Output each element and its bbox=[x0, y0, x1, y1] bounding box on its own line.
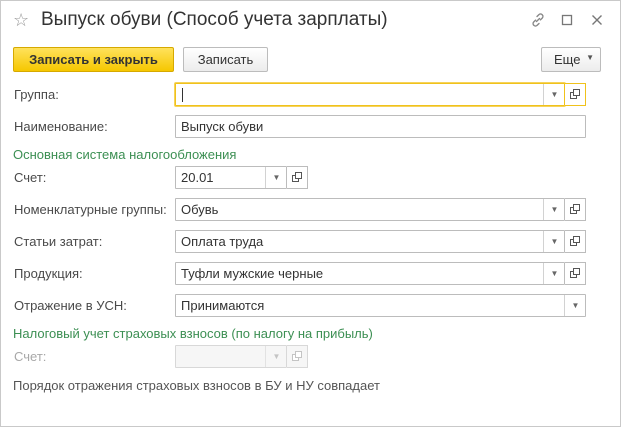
group-field[interactable]: ▼ bbox=[175, 83, 565, 106]
cost-item-dropdown-icon[interactable]: ▼ bbox=[543, 231, 565, 252]
more-button[interactable]: Еще ▼ bbox=[541, 47, 601, 72]
section-main-tax: Основная система налогообложения bbox=[13, 147, 237, 162]
tax-account-dropdown-icon: ▼ bbox=[265, 346, 287, 367]
account-label: Счет: bbox=[14, 170, 47, 185]
account-dropdown-icon[interactable]: ▼ bbox=[265, 167, 287, 188]
open-form-icon bbox=[291, 351, 303, 362]
star-icon[interactable]: ☆ bbox=[13, 10, 33, 30]
text-caret bbox=[182, 88, 183, 102]
cost-item-label: Статьи затрат: bbox=[14, 234, 103, 249]
nomenclature-value: Обувь bbox=[181, 202, 219, 217]
open-form-icon bbox=[569, 236, 581, 247]
account-field[interactable]: 20.01 ▼ bbox=[175, 166, 287, 189]
form-window: ☆ Выпуск обуви (Способ учета зарплаты) З… bbox=[0, 0, 621, 427]
save-button[interactable]: Записать bbox=[183, 47, 268, 72]
nomenclature-dropdown-icon[interactable]: ▼ bbox=[543, 199, 565, 220]
insurance-note: Порядок отражения страховых взносов в БУ… bbox=[13, 378, 380, 393]
open-form-icon bbox=[569, 204, 581, 215]
name-label: Наименование: bbox=[14, 119, 108, 134]
nomenclature-open-button[interactable] bbox=[565, 198, 586, 221]
open-form-icon bbox=[569, 268, 581, 279]
tax-account-field: ▼ bbox=[175, 345, 287, 368]
product-row: Продукция: Туфли мужские черные ▼ bbox=[1, 262, 620, 286]
cost-item-row: Статьи затрат: Оплата труда ▼ bbox=[1, 230, 620, 254]
usn-row: Отражение в УСН: Принимаются ▼ bbox=[1, 294, 620, 318]
maximize-icon[interactable] bbox=[557, 10, 577, 30]
product-field[interactable]: Туфли мужские черные ▼ bbox=[175, 262, 565, 285]
title-bar: ☆ Выпуск обуви (Способ учета зарплаты) bbox=[1, 1, 620, 41]
cost-item-field[interactable]: Оплата труда ▼ bbox=[175, 230, 565, 253]
account-open-button[interactable] bbox=[287, 166, 308, 189]
account-row: Счет: 20.01 ▼ bbox=[1, 166, 620, 190]
tax-account-open-button bbox=[287, 345, 308, 368]
more-label: Еще bbox=[554, 52, 581, 67]
nomenclature-label: Номенклатурные группы: bbox=[14, 202, 167, 217]
open-form-icon bbox=[569, 89, 581, 100]
group-open-button[interactable] bbox=[565, 83, 586, 106]
close-icon[interactable] bbox=[587, 10, 607, 30]
name-input[interactable]: Выпуск обуви bbox=[175, 115, 586, 138]
toolbar: Записать и закрыть Записать Еще ▼ bbox=[1, 47, 620, 75]
usn-value: Принимаются bbox=[181, 298, 265, 313]
usn-select[interactable]: Принимаются ▼ bbox=[175, 294, 586, 317]
section-insurance-tax: Налоговый учет страховых взносов (по нал… bbox=[13, 326, 373, 341]
group-label: Группа: bbox=[14, 87, 59, 102]
window-title: Выпуск обуви (Способ учета зарплаты) bbox=[41, 9, 388, 30]
product-label: Продукция: bbox=[14, 266, 83, 281]
account-value: 20.01 bbox=[181, 170, 214, 185]
cost-item-open-button[interactable] bbox=[565, 230, 586, 253]
product-dropdown-icon[interactable]: ▼ bbox=[543, 263, 565, 284]
product-value: Туфли мужские черные bbox=[181, 266, 324, 281]
group-row: Группа: ▼ bbox=[1, 83, 620, 107]
open-form-icon bbox=[291, 172, 303, 183]
usn-label: Отражение в УСН: bbox=[14, 298, 127, 313]
name-row: Наименование: Выпуск обуви bbox=[1, 115, 620, 139]
tax-account-label: Счет: bbox=[14, 349, 47, 364]
usn-dropdown-icon[interactable]: ▼ bbox=[564, 295, 586, 316]
tax-account-row: Счет: ▼ bbox=[1, 345, 620, 369]
name-value: Выпуск обуви bbox=[181, 119, 264, 134]
nomenclature-row: Номенклатурные группы: Обувь ▼ bbox=[1, 198, 620, 222]
nomenclature-field[interactable]: Обувь ▼ bbox=[175, 198, 565, 221]
group-dropdown-icon[interactable]: ▼ bbox=[543, 84, 565, 105]
product-open-button[interactable] bbox=[565, 262, 586, 285]
chevron-down-icon: ▼ bbox=[586, 53, 594, 62]
save-and-close-button[interactable]: Записать и закрыть bbox=[13, 47, 174, 72]
link-icon[interactable] bbox=[528, 10, 548, 30]
cost-item-value: Оплата труда bbox=[181, 234, 264, 249]
